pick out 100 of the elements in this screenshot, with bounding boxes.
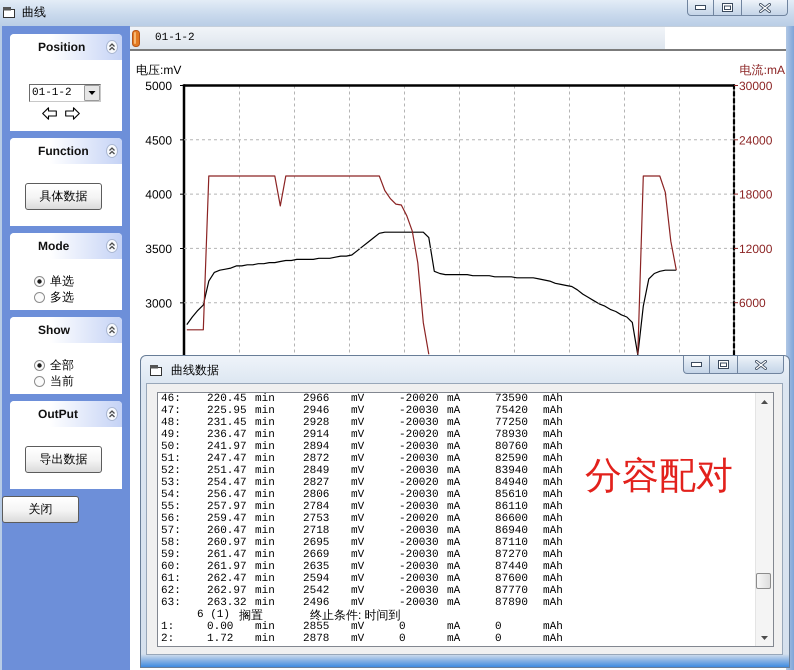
list-cell: min — [255, 549, 275, 561]
list-cell: 54: — [161, 489, 181, 501]
radio-icon[interactable] — [34, 376, 45, 386]
list-cell: mA — [447, 465, 460, 477]
list-cell: mV — [351, 501, 364, 513]
list-cell: mA — [447, 537, 460, 549]
list-cell: mAh — [543, 489, 563, 501]
list-cell: 0 — [399, 633, 406, 645]
list-cell: 87270 — [495, 549, 528, 561]
radio-button[interactable]: 多选 — [34, 289, 74, 305]
window-icon — [3, 7, 16, 18]
list-cell: 2669 — [303, 549, 330, 561]
list-cell: 82590 — [495, 453, 528, 465]
list-cell: mA — [447, 453, 460, 465]
list-cell: 247.47 — [207, 453, 247, 465]
radio-button[interactable]: 单选 — [34, 273, 74, 289]
down-arrow-icon[interactable] — [761, 636, 768, 640]
list-cell: mA — [447, 561, 460, 573]
list-cell: mA — [447, 549, 460, 561]
caret-icon[interactable] — [84, 85, 100, 101]
list-cell: 261.47 — [207, 549, 247, 561]
double-chevron-icon[interactable] — [106, 407, 118, 421]
list-cell: 53: — [161, 477, 181, 489]
list-cell: 262.47 — [207, 573, 247, 585]
double-chevron-icon[interactable] — [106, 144, 118, 158]
list-cell: mV — [351, 453, 364, 465]
list-cell: mA — [447, 393, 460, 405]
list-cell: 73590 — [495, 393, 528, 405]
list-cell: min — [255, 513, 275, 525]
radio-button[interactable]: 当前 — [34, 373, 74, 389]
dropdown[interactable]: 01-1-2 — [29, 84, 101, 102]
list-cell: 78930 — [495, 429, 528, 441]
list-cell: min — [255, 465, 275, 477]
close-button[interactable] — [742, 0, 788, 16]
list-cell: 61: — [161, 573, 181, 585]
radio-icon[interactable] — [34, 292, 45, 302]
double-chevron-icon[interactable] — [106, 40, 118, 54]
radio-icon[interactable] — [34, 360, 45, 370]
list-cell: 2753 — [303, 513, 330, 525]
list-cell: -20030 — [399, 525, 439, 537]
list-cell: 259.47 — [207, 513, 247, 525]
tick-label: 3500 — [145, 242, 172, 256]
list-cell: min — [255, 417, 275, 429]
list-cell: mV — [351, 417, 364, 429]
list-cell: min — [255, 621, 275, 633]
list-cell: 2496 — [303, 597, 330, 609]
list-cell: mV — [351, 597, 364, 609]
maximize-icon — [722, 3, 733, 12]
radio-icon[interactable] — [34, 276, 45, 286]
list-cell: 58: — [161, 537, 181, 549]
right-arrow-icon[interactable] — [65, 107, 80, 120]
double-chevron-icon[interactable] — [106, 239, 118, 253]
maximize-button[interactable] — [714, 0, 742, 16]
list-cell: -20030 — [399, 417, 439, 429]
list-cell: 51: — [161, 453, 181, 465]
up-arrow-icon[interactable] — [761, 400, 768, 404]
list-cell: -20030 — [399, 585, 439, 597]
list-cell: mAh — [543, 501, 563, 513]
list-cell: -20020 — [399, 429, 439, 441]
scrollbar-thumb[interactable] — [756, 573, 771, 589]
channel-tab[interactable]: 01-1-2 — [130, 27, 665, 49]
close-button[interactable] — [738, 356, 784, 374]
axis-label: 电流:mA — [740, 63, 785, 77]
list-cell: mAh — [543, 465, 563, 477]
list-cell: -20030 — [399, 453, 439, 465]
list-cell: mV — [351, 477, 364, 489]
list-cell: 2718 — [303, 525, 330, 537]
minimize-button[interactable] — [687, 0, 714, 16]
list-cell: 0 — [495, 633, 502, 645]
scrollbar[interactable] — [755, 393, 773, 646]
list-cell: mA — [447, 597, 460, 609]
left-arrow-icon[interactable] — [42, 107, 57, 120]
list-cell: mV — [351, 429, 364, 441]
double-chevron-icon[interactable] — [106, 323, 118, 337]
radio-button[interactable]: 全部 — [34, 357, 74, 373]
step-label: 6 (1) — [197, 609, 230, 621]
list-cell: 1: — [161, 621, 174, 633]
list-cell: 220.45 — [207, 393, 247, 405]
close-icon — [758, 2, 770, 12]
list-cell: 0 — [399, 621, 406, 633]
list-cell: 57: — [161, 525, 181, 537]
maximize-button[interactable] — [710, 356, 738, 374]
tick-label: 6000 — [739, 296, 766, 310]
list-cell: mAh — [543, 525, 563, 537]
tick-label: 3000 — [145, 296, 172, 310]
list-cell: 251.47 — [207, 465, 247, 477]
list-cell: mA — [447, 633, 460, 645]
list-cell: min — [255, 633, 275, 645]
close-icon — [754, 360, 766, 370]
tick-label: 4500 — [145, 133, 172, 148]
close-button[interactable]: 关闭 — [2, 496, 79, 523]
list-cell: -20030 — [399, 549, 439, 561]
list-cell: min — [255, 525, 275, 537]
list-cell: min — [255, 597, 275, 609]
tick-label: 12000 — [739, 242, 772, 256]
panel-button[interactable]: 具体数据 — [25, 183, 102, 210]
panel-button[interactable]: 导出数据 — [25, 446, 102, 473]
minimize-icon — [695, 5, 706, 10]
list-cell: -20030 — [399, 441, 439, 453]
minimize-button[interactable] — [683, 356, 710, 374]
